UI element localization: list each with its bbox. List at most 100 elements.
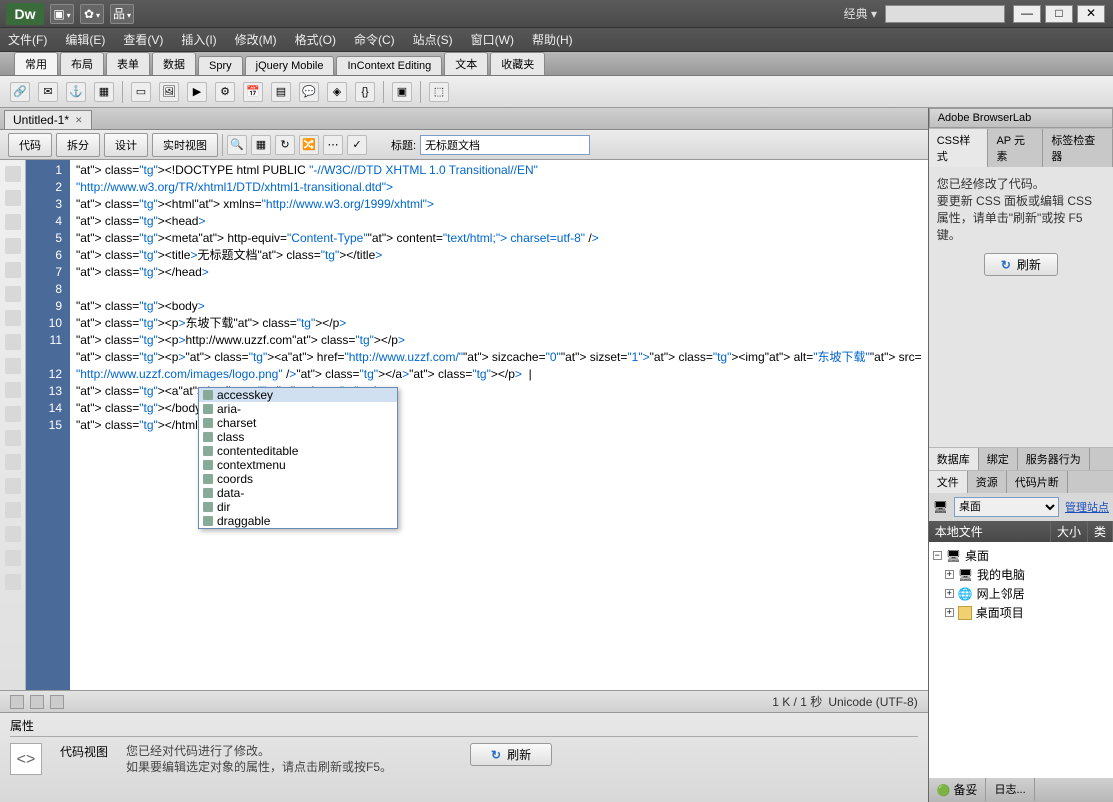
file-tree[interactable]: −🖥桌面 +🖥我的电脑 +🌐网上邻居 +桌面项目 xyxy=(929,542,1113,778)
ready-tab[interactable]: 🟢 备妥 xyxy=(929,778,987,801)
hyperlink-icon[interactable]: 🔗 xyxy=(10,82,30,102)
image-icon[interactable]: 🖼 xyxy=(159,82,179,102)
split-button[interactable]: 拆分 xyxy=(56,133,100,157)
maximize-button[interactable]: □ xyxy=(1045,5,1073,23)
menu-edit[interactable]: 编辑(E) xyxy=(65,31,105,48)
menu-site[interactable]: 站点(S) xyxy=(413,31,453,48)
status-size: 1 K / 1 秒 xyxy=(772,693,822,710)
live-button[interactable]: 实时视图 xyxy=(152,133,218,157)
media-icon[interactable]: ▶ xyxy=(187,82,207,102)
document-tab[interactable]: Untitled-1* ✕ xyxy=(4,110,92,129)
log-tab[interactable]: 日志... xyxy=(986,778,1034,801)
col-size[interactable]: 大小 xyxy=(1051,521,1088,542)
code-button[interactable]: 代码 xyxy=(8,133,52,157)
tree-item[interactable]: 我的电脑 xyxy=(977,566,1025,583)
select-icon[interactable] xyxy=(50,695,64,709)
zoom-icon[interactable] xyxy=(10,695,24,709)
tree-item[interactable]: 网上邻居 xyxy=(977,585,1025,602)
ap-elements-tab[interactable]: AP 元素 xyxy=(988,129,1043,167)
assets-tab[interactable]: 资源 xyxy=(968,471,1007,493)
close-button[interactable]: ✕ xyxy=(1077,5,1105,23)
insert-toolbar: 🔗 ✉ ⚓ ▦ ▭ 🖼 ▶ ⚙ 📅 ▤ 💬 ◈ {} ▣ ⬚ xyxy=(0,76,1113,108)
div-icon[interactable]: ▭ xyxy=(131,82,151,102)
panels-pane: Adobe BrowserLab CSS样式 AP 元素 标签检查器 您已经修改… xyxy=(928,108,1113,802)
options-icon[interactable]: ⋯ xyxy=(323,135,343,155)
site-menu-icon[interactable]: 品 xyxy=(110,4,134,24)
inspect-icon[interactable]: 🔍 xyxy=(227,135,247,155)
serverbehaviors-tab[interactable]: 服务器行为 xyxy=(1018,448,1090,470)
expand-icon[interactable]: + xyxy=(945,589,954,598)
menu-window[interactable]: 窗口(W) xyxy=(471,31,514,48)
tab-text[interactable]: 文本 xyxy=(444,52,488,75)
document-tabs: Untitled-1* ✕ xyxy=(0,108,928,130)
menu-format[interactable]: 格式(O) xyxy=(295,31,336,48)
gutter-icon[interactable] xyxy=(5,166,21,182)
tree-item[interactable]: 桌面项目 xyxy=(976,604,1024,621)
search-input[interactable] xyxy=(885,5,1005,23)
refresh-button[interactable]: 刷新 xyxy=(470,743,552,766)
menu-modify[interactable]: 修改(M) xyxy=(235,31,277,48)
bindings-tab[interactable]: 绑定 xyxy=(979,448,1018,470)
tree-root[interactable]: 桌面 xyxy=(965,547,989,564)
design-button[interactable]: 设计 xyxy=(104,133,148,157)
title-label: 标题: xyxy=(391,137,416,153)
css-refresh-button[interactable]: 刷新 xyxy=(984,253,1058,276)
tag-icon[interactable]: ⬚ xyxy=(429,82,449,102)
tag-inspector-tab[interactable]: 标签检查器 xyxy=(1043,129,1113,167)
hand-icon[interactable] xyxy=(30,695,44,709)
menu-file[interactable]: 文件(F) xyxy=(8,31,47,48)
browserlab-panel-head[interactable]: Adobe BrowserLab xyxy=(929,108,1113,128)
nav-icon[interactable]: 🔀 xyxy=(299,135,319,155)
document-tab-label: Untitled-1* xyxy=(13,113,69,127)
menu-help[interactable]: 帮助(H) xyxy=(532,31,573,48)
minimize-button[interactable]: — xyxy=(1013,5,1041,23)
anchor-icon[interactable]: ⚓ xyxy=(66,82,86,102)
col-localfile[interactable]: 本地文件 xyxy=(929,521,1051,542)
tab-layout[interactable]: 布局 xyxy=(60,52,104,75)
database-tab[interactable]: 数据库 xyxy=(929,448,979,470)
menu-view[interactable]: 查看(V) xyxy=(123,31,163,48)
check-icon[interactable]: ✓ xyxy=(347,135,367,155)
tab-favorites[interactable]: 收藏夹 xyxy=(490,52,545,75)
tab-jquery[interactable]: jQuery Mobile xyxy=(245,56,335,75)
server-icon[interactable]: ▤ xyxy=(271,82,291,102)
layout-switcher[interactable]: 经典 ▾ xyxy=(844,5,877,22)
col-type[interactable]: 类 xyxy=(1088,521,1113,542)
tab-common[interactable]: 常用 xyxy=(14,52,58,75)
status-encoding: Unicode (UTF-8) xyxy=(828,695,917,709)
head-icon[interactable]: ◈ xyxy=(327,82,347,102)
menu-commands[interactable]: 命令(C) xyxy=(354,31,395,48)
autocomplete-popup[interactable]: accesskeyaria-charsetclasscontenteditabl… xyxy=(198,387,398,529)
tab-incontext[interactable]: InContext Editing xyxy=(336,56,442,75)
css-styles-tab[interactable]: CSS样式 xyxy=(929,129,989,167)
title-input[interactable] xyxy=(420,135,590,155)
expand-icon[interactable]: + xyxy=(945,570,954,579)
manage-sites-link[interactable]: 管理站点 xyxy=(1065,499,1109,515)
drive-select[interactable]: 桌面 xyxy=(954,497,1059,517)
script-icon[interactable]: {} xyxy=(355,82,375,102)
refresh-icon[interactable]: ↻ xyxy=(275,135,295,155)
email-icon[interactable]: ✉ xyxy=(38,82,58,102)
props-view-label: 代码视图 xyxy=(60,743,108,760)
extend-menu-icon[interactable]: ✿ xyxy=(80,4,104,24)
refresh-icon xyxy=(491,748,501,762)
templates-icon[interactable]: ▣ xyxy=(392,82,412,102)
css-msg1: 您已经修改了代码。 xyxy=(937,175,1105,192)
expand-icon[interactable]: + xyxy=(945,608,954,617)
files-tab[interactable]: 文件 xyxy=(929,471,968,493)
widget-icon[interactable]: ⚙ xyxy=(215,82,235,102)
comment-icon[interactable]: 💬 xyxy=(299,82,319,102)
multiview-icon[interactable]: ▦ xyxy=(251,135,271,155)
snippets-tab[interactable]: 代码片断 xyxy=(1007,471,1068,493)
collapse-icon[interactable]: − xyxy=(933,551,942,560)
layout-menu-icon[interactable]: ▣ xyxy=(50,4,74,24)
menu-insert[interactable]: 插入(I) xyxy=(181,31,216,48)
tab-data[interactable]: 数据 xyxy=(152,52,196,75)
tab-forms[interactable]: 表单 xyxy=(106,52,150,75)
computer-icon: 🖥 xyxy=(958,568,973,582)
tab-spry[interactable]: Spry xyxy=(198,56,243,75)
date-icon[interactable]: 📅 xyxy=(243,82,263,102)
table-icon[interactable]: ▦ xyxy=(94,82,114,102)
code-view-icon: <> xyxy=(10,743,42,775)
close-icon[interactable]: ✕ xyxy=(75,115,83,126)
